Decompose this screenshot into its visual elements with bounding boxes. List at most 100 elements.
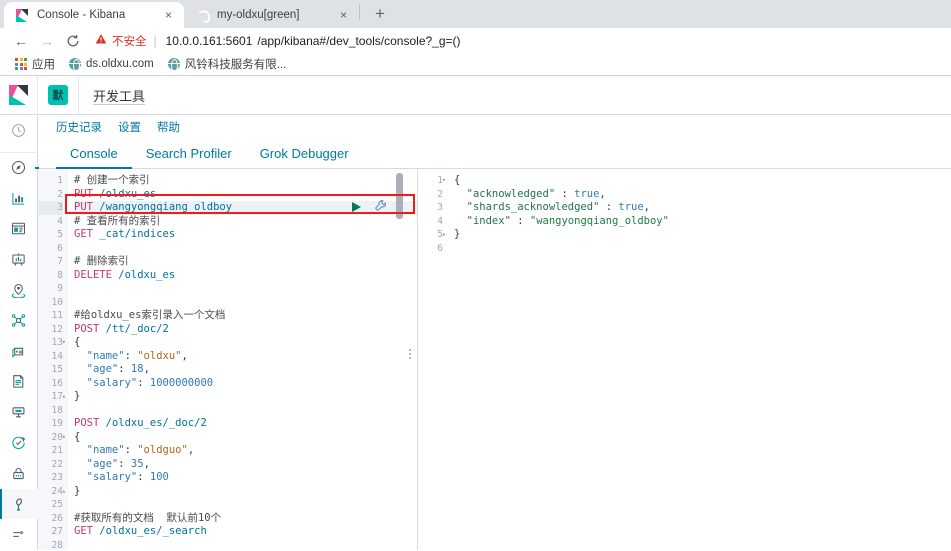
code-token: # 创建一个索引: [74, 174, 150, 186]
fold-toggle-icon[interactable]: ▾: [60, 339, 66, 346]
bookmark-ds-oldxu[interactable]: ds.oldxu.com: [62, 58, 161, 72]
tab-search-profiler[interactable]: Search Profiler: [132, 138, 246, 168]
sidebar-item-infrastructure[interactable]: [0, 336, 38, 367]
tab-grok-debugger[interactable]: Grok Debugger: [246, 138, 363, 168]
editor-scrollbar-thumb[interactable]: [396, 173, 403, 219]
console-workspace: 1 2 3 4 5 6 7 8 9 10 11 12 13 ▾ 14 15 16 17 ▴ 18 19 20 ▾ 21 22 23…: [38, 169, 951, 551]
sidebar-item-logs[interactable]: [0, 367, 38, 398]
infrastructure-icon: [11, 344, 26, 359]
line-number: 1 ▾: [437, 175, 446, 186]
code-line: }: [74, 485, 417, 499]
forward-icon[interactable]: →: [34, 30, 60, 52]
fold-toggle-icon[interactable]: ▴: [60, 487, 66, 494]
pane-splitter-handle[interactable]: [409, 349, 411, 359]
bookmark-label: ds.oldxu.com: [86, 58, 154, 70]
code-token: :: [124, 349, 138, 362]
sidebar-item-apm[interactable]: [0, 397, 38, 428]
code-line: "age": 35,: [74, 458, 417, 472]
sidebar-item-maps[interactable]: [0, 275, 38, 306]
sidebar-item-siem[interactable]: [0, 458, 38, 489]
code-token: GET: [74, 525, 93, 537]
help-link[interactable]: 帮助: [157, 119, 180, 135]
sidebar-item-uptime[interactable]: [0, 428, 38, 459]
request-actions: [352, 197, 387, 216]
sidebar-item-dashboard[interactable]: [0, 214, 38, 245]
line-number: 15: [51, 364, 63, 375]
line-number: 28: [51, 539, 63, 551]
new-tab-button[interactable]: +: [367, 1, 393, 27]
code-token: /oldxu_es/_doc/2: [105, 417, 207, 429]
code-token: "wangyongqiang_oldboy": [529, 214, 669, 227]
sidebar-item-discover[interactable]: [0, 153, 39, 184]
code-line: {: [74, 336, 417, 350]
line-number: 21: [51, 445, 63, 456]
code-token: "name": [74, 349, 125, 362]
settings-link[interactable]: 设置: [118, 119, 141, 135]
play-icon[interactable]: [352, 201, 361, 212]
line-number: 6: [57, 242, 63, 254]
code-line: GET _cat/indices: [74, 228, 417, 242]
address-bar[interactable]: 不安全 | 10.0.0.161:5601/app/kibana#/dev_to…: [86, 30, 943, 51]
code-line: # 删除索引: [74, 255, 417, 269]
code-token: :: [124, 444, 138, 456]
code-token: "age": [74, 363, 119, 375]
breadcrumb[interactable]: 开发工具: [93, 86, 145, 105]
line-number: 23: [51, 472, 63, 483]
line-number: 24 ▴: [51, 485, 66, 497]
code-token: POST: [74, 322, 100, 335]
line-number: 4: [57, 215, 63, 227]
tab-separator: [359, 4, 360, 20]
sidebar-item-canvas[interactable]: [0, 244, 38, 275]
dev-tools-subnav: 历史记录 设置 帮助: [38, 115, 951, 138]
kibana-logo-icon[interactable]: [0, 75, 38, 115]
network-icon: [11, 313, 26, 328]
code-token: ,: [143, 363, 150, 375]
sidebar-item-visualize[interactable]: [0, 183, 38, 214]
code-token: "oldguo": [137, 444, 188, 456]
code-line: #给oldxu_es索引录入一个文档: [74, 309, 417, 323]
bookmark-apps[interactable]: 应用: [8, 56, 62, 72]
code-token: DELETE: [74, 268, 112, 281]
response-code-area: { "acknowledged" : true, "shards_acknowl…: [448, 169, 951, 550]
code-token: 1000000000: [149, 376, 214, 389]
browser-tab-my-oldxu[interactable]: my-oldxu[green] ×: [184, 2, 359, 28]
wrench-icon[interactable]: [374, 197, 387, 216]
dev-tools-tabs: Console Search Profiler Grok Debugger: [38, 138, 951, 169]
line-number: 1: [57, 175, 63, 186]
close-icon[interactable]: ×: [161, 8, 176, 23]
bookmarks-bar: 应用 ds.oldxu.com 风铃科技服务有限...: [0, 53, 951, 76]
kibana-main: 历史记录 设置 帮助 Console Search Profiler Grok …: [38, 115, 951, 551]
fold-toggle-icon[interactable]: ▾: [60, 433, 66, 440]
console-request-editor[interactable]: 1 2 3 4 5 6 7 8 9 10 11 12 13 ▾ 14 15 16 17 ▴ 18 19 20 ▾ 21 22 23…: [38, 169, 418, 551]
fold-toggle-icon[interactable]: ▴: [440, 231, 446, 238]
browser-tab-console-kibana[interactable]: Console - Kibana ×: [4, 2, 184, 28]
presentation-icon: [11, 252, 26, 267]
line-number: 27: [51, 526, 63, 537]
reload-icon[interactable]: [60, 30, 86, 52]
fold-toggle-icon[interactable]: ▾: [440, 177, 446, 184]
bookmark-fenglin[interactable]: 风铃科技服务有限...: [161, 56, 294, 72]
close-icon[interactable]: ×: [336, 8, 351, 23]
code-line: "age": 18,: [74, 363, 417, 377]
back-icon[interactable]: ←: [8, 30, 34, 52]
code-line: "index" : "wangyongqiang_oldboy": [454, 215, 951, 229]
browser-tabstrip: Console - Kibana × my-oldxu[green] × +: [0, 0, 951, 28]
code-token: ,: [143, 457, 150, 470]
tab-console[interactable]: Console: [56, 138, 132, 169]
history-link[interactable]: 历史记录: [56, 119, 102, 135]
sidebar-item-machine-learning[interactable]: [0, 305, 38, 336]
elasticsearch-icon: [195, 8, 210, 23]
sidebar-item-management[interactable]: [0, 519, 38, 550]
code-line: DELETE /oldxu_es: [74, 269, 417, 283]
sidebar-item-recently-viewed[interactable]: [0, 115, 38, 153]
kibana-sidebar: [0, 115, 39, 550]
sidebar-item-dev-tools[interactable]: [0, 488, 38, 520]
space-badge[interactable]: 默: [48, 85, 68, 105]
apps-grid-icon: [15, 58, 27, 70]
code-token: :: [137, 376, 150, 389]
fold-toggle-icon[interactable]: ▴: [60, 393, 66, 400]
kibana-app: 默 开发工具 历史记录 设置 帮助 Console Search Profile…: [0, 75, 951, 551]
management-icon: [11, 527, 26, 542]
editor-code-area[interactable]: # 创建一个索引 PUT /oldxu_es PUT /wangyongqiang_…: [68, 169, 417, 550]
